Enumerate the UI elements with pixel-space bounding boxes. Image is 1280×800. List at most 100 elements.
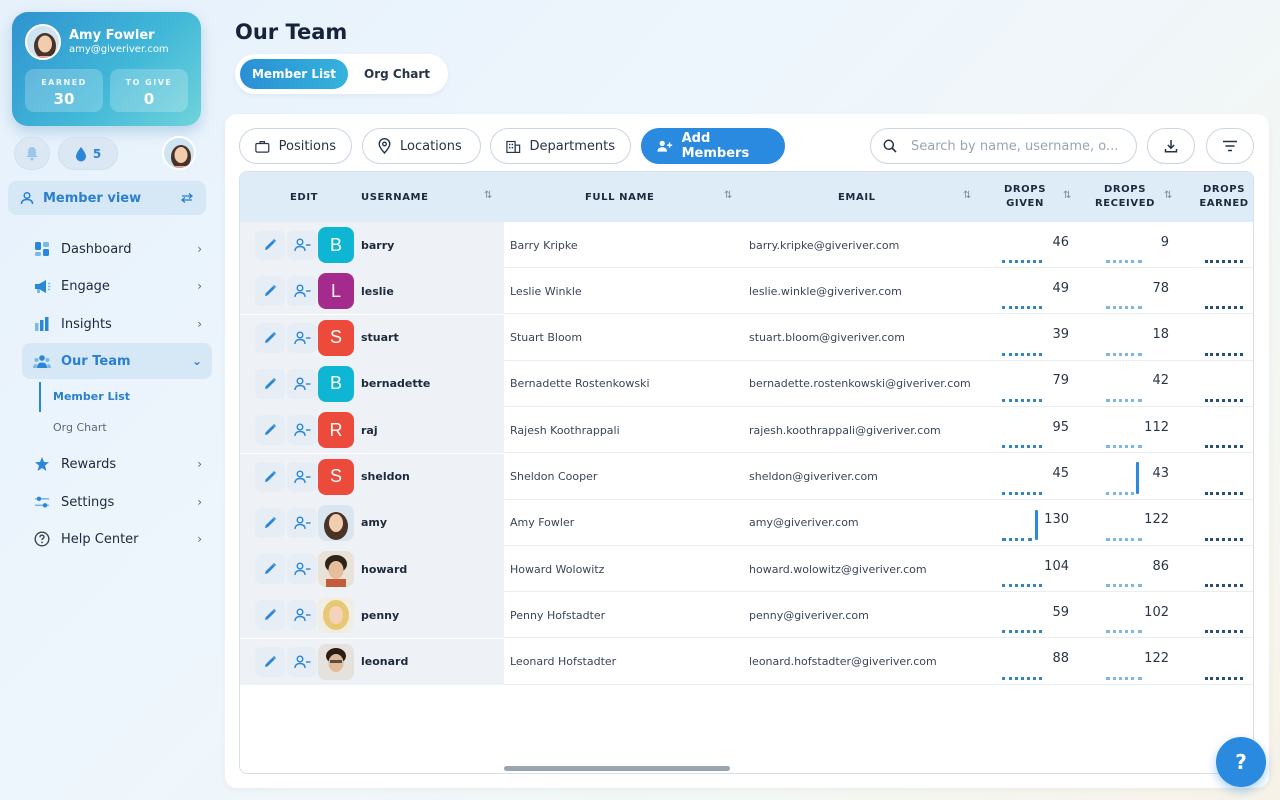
nav-help-center[interactable]: Help Center ›: [22, 521, 212, 557]
username-cell[interactable]: leslie: [361, 268, 394, 314]
sort-icon[interactable]: ⇅: [484, 190, 492, 201]
drops-received-sparkline: [1106, 352, 1142, 356]
manage-member-button[interactable]: [287, 646, 317, 677]
manage-member-button[interactable]: [287, 461, 317, 492]
manage-member-button[interactable]: [287, 276, 317, 307]
full-name-cell: Leslie Winkle: [510, 284, 582, 298]
search-field[interactable]: [870, 128, 1137, 164]
edit-member-button[interactable]: [255, 461, 285, 492]
header-full-name[interactable]: FULL NAME: [585, 172, 654, 222]
positions-button[interactable]: Positions: [239, 128, 352, 164]
horizontal-scrollbar[interactable]: [504, 766, 730, 771]
username-cell[interactable]: stuart: [361, 315, 399, 361]
download-button[interactable]: [1147, 128, 1195, 164]
username-cell[interactable]: sheldon: [361, 454, 410, 500]
drops-received-sparkline: [1106, 537, 1142, 541]
header-drops-received[interactable]: DROPS RECEIVED: [1094, 172, 1156, 222]
table-row[interactable]: leonard Leonard Hofstadter leonard.hofst…: [240, 638, 1253, 685]
header-email[interactable]: EMAIL: [838, 172, 876, 222]
drops-received-sparkline: [1106, 491, 1134, 495]
manage-member-button[interactable]: [287, 507, 317, 538]
user-avatar-button[interactable]: [162, 136, 196, 170]
sort-icon[interactable]: ⇅: [724, 190, 732, 201]
email-cell: stuart.bloom@giveriver.com: [749, 331, 905, 345]
table-row[interactable]: S stuart Stuart Bloom stuart.bloom@giver…: [240, 314, 1253, 361]
subnav-org-chart[interactable]: Org Chart: [53, 421, 107, 434]
header-drops-given[interactable]: DROPS GIVEN: [1000, 172, 1050, 222]
header-edit: EDIT: [290, 191, 319, 203]
manage-member-button[interactable]: [287, 600, 317, 631]
username-cell[interactable]: leonard: [361, 639, 408, 685]
table-row[interactable]: howard Howard Wolowitz howard.wolowitz@g…: [240, 546, 1253, 593]
drops-given-sparkline: [1002, 676, 1042, 680]
table-row[interactable]: S sheldon Sheldon Cooper sheldon@giveriv…: [240, 453, 1253, 500]
manage-member-button[interactable]: [287, 230, 317, 260]
edit-member-button[interactable]: [255, 368, 285, 399]
filter-lines-icon: [1223, 140, 1237, 152]
locations-button[interactable]: Locations: [362, 128, 481, 164]
edit-member-button[interactable]: [255, 554, 285, 585]
search-icon: [883, 139, 897, 153]
sort-icon[interactable]: ⇅: [963, 190, 971, 201]
tab-member-list[interactable]: Member List: [240, 59, 348, 89]
sort-icon[interactable]: ⇅: [1164, 190, 1172, 201]
header-drops-earned[interactable]: DROPS EARNED: [1196, 172, 1252, 222]
nav-rewards[interactable]: Rewards ›: [22, 446, 212, 482]
member-view-toggle[interactable]: Member view: [8, 181, 206, 215]
username-cell[interactable]: amy: [361, 500, 387, 546]
edit-member-button[interactable]: [255, 507, 285, 538]
drops-earned-sparkline: [1205, 306, 1243, 310]
help-button[interactable]: ?: [1216, 737, 1266, 787]
departments-button[interactable]: Departments: [490, 128, 631, 164]
edit-member-button[interactable]: [255, 646, 285, 677]
header-drops-received-line2: RECEIVED: [1094, 198, 1156, 209]
drops-received-cell: 86: [1152, 558, 1169, 574]
tab-org-chart[interactable]: Org Chart: [348, 59, 446, 89]
add-members-button[interactable]: Add Members: [641, 128, 785, 164]
table-row[interactable]: amy Amy Fowler amy@giveriver.com 130 122: [240, 499, 1253, 546]
member-avatar: [318, 597, 354, 634]
manage-member-button[interactable]: [287, 322, 317, 353]
nav-dashboard-label: Dashboard: [61, 241, 132, 257]
drops-balance-button[interactable]: 5: [58, 137, 118, 170]
nav-dashboard[interactable]: Dashboard ›: [22, 231, 212, 267]
filter-button[interactable]: [1206, 128, 1254, 164]
earned-value: 30: [53, 90, 75, 108]
manage-member-button[interactable]: [287, 415, 317, 446]
username-cell[interactable]: penny: [361, 592, 399, 638]
user-minus-icon: [293, 331, 310, 344]
username-cell[interactable]: barry: [361, 222, 394, 268]
notifications-button[interactable]: [14, 137, 50, 170]
username-cell[interactable]: bernadette: [361, 361, 430, 407]
username-cell[interactable]: howard: [361, 546, 407, 592]
manage-member-button[interactable]: [287, 368, 317, 399]
edit-member-button[interactable]: [255, 600, 285, 631]
table-row[interactable]: R raj Rajesh Koothrappali rajesh.koothra…: [240, 407, 1253, 454]
search-input[interactable]: [911, 138, 1121, 154]
drops-received-bar: [1136, 461, 1139, 494]
edit-member-button[interactable]: [255, 415, 285, 446]
edit-member-button[interactable]: [255, 276, 285, 307]
table-row[interactable]: penny Penny Hofstadter penny@giveriver.c…: [240, 592, 1253, 639]
nav-engage[interactable]: Engage ›: [22, 268, 212, 304]
nav-insights[interactable]: Insights ›: [22, 306, 212, 342]
edit-member-button[interactable]: [255, 230, 285, 260]
drops-given-sparkline: [1002, 445, 1042, 449]
table-row[interactable]: B barry Barry Kripke barry.kripke@giveri…: [240, 222, 1253, 268]
edit-member-button[interactable]: [255, 322, 285, 353]
sort-icon[interactable]: ⇅: [1063, 190, 1071, 201]
add-user-icon: [657, 140, 673, 152]
full-name-cell: Bernadette Rostenkowski: [510, 377, 650, 391]
email-cell: sheldon@giveriver.com: [749, 470, 878, 483]
subnav-member-list[interactable]: Member List: [53, 390, 130, 403]
nav-settings[interactable]: Settings ›: [22, 484, 212, 520]
nav-our-team[interactable]: Our Team ⌄: [22, 343, 212, 379]
header-username[interactable]: USERNAME: [361, 172, 429, 222]
profile-card[interactable]: Amy Fowler amy@giveriver.com EARNED 30 T…: [12, 12, 201, 126]
bar-chart-icon: [32, 315, 52, 333]
table-row[interactable]: B bernadette Bernadette Rostenkowski ber…: [240, 360, 1253, 407]
username-cell[interactable]: raj: [361, 407, 378, 453]
pencil-icon: [265, 563, 277, 575]
table-row[interactable]: L leslie Leslie Winkle leslie.winkle@giv…: [240, 268, 1253, 315]
manage-member-button[interactable]: [287, 554, 317, 585]
